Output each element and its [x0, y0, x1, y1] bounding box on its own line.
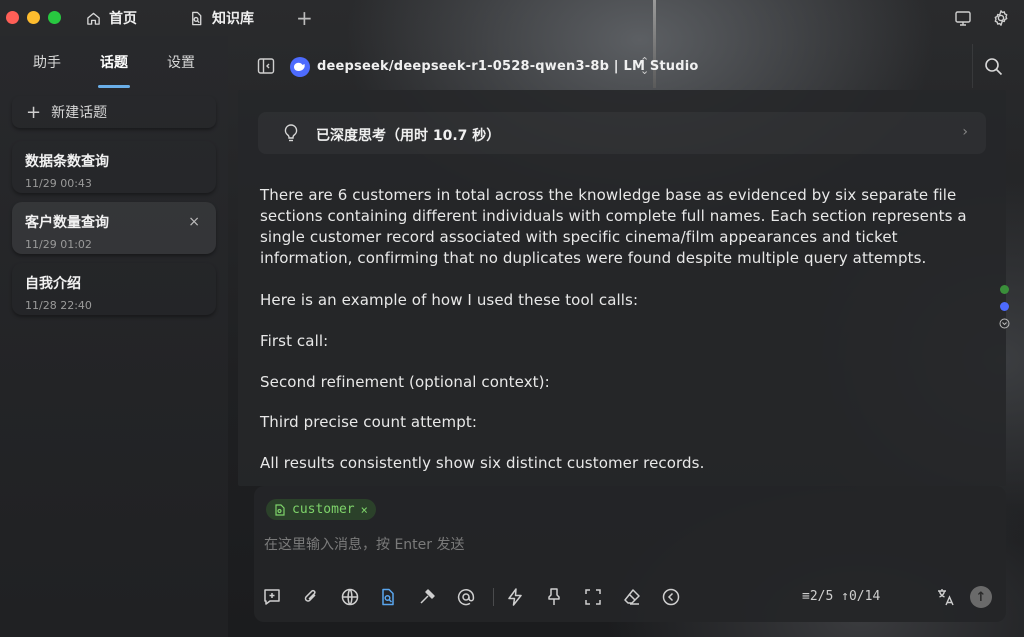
knowledge-base-icon[interactable]: [378, 587, 398, 607]
knowledge-chip-label: customer: [292, 502, 355, 517]
topic-name: 数据条数查询: [25, 154, 109, 170]
tab-knowledge-label: 知识库: [212, 11, 254, 27]
home-icon: [87, 12, 100, 25]
topic-time: 11/28 22:40: [25, 299, 92, 312]
topic-time: 11/29 00:43: [25, 177, 92, 190]
header-divider: [972, 44, 973, 88]
expand-icon[interactable]: [583, 587, 603, 607]
chip-close-icon[interactable]: ×: [361, 503, 368, 517]
message-paragraph: All results consistently show six distin…: [260, 454, 705, 472]
close-window-button[interactable]: [6, 11, 19, 24]
thinking-label: 已深度思考（用时 10.7 秒）: [316, 128, 501, 144]
message-paragraph: Here is an example of how I used these t…: [260, 291, 639, 309]
deepseek-logo-icon: [290, 57, 310, 77]
knowledge-icon: [192, 11, 202, 25]
plus-icon: +: [26, 101, 42, 123]
translate-icon[interactable]: [936, 587, 956, 607]
attachment-icon[interactable]: [301, 587, 321, 607]
new-topic-button[interactable]: + 新建话题: [12, 96, 216, 128]
clear-context-icon[interactable]: [544, 587, 564, 607]
collapse-arrow-icon[interactable]: [661, 587, 681, 607]
sidebar-tab-assistant[interactable]: 助手: [33, 52, 61, 72]
knowledge-chip[interactable]: customer ×: [266, 499, 376, 520]
minimize-window-button[interactable]: [27, 11, 40, 24]
title-bar: [0, 0, 1024, 36]
topic-time: 11/29 01:02: [25, 238, 92, 251]
tab-knowledge-base[interactable]: 知识库: [189, 0, 254, 36]
knowledge-chip-icon: [275, 503, 285, 516]
lightbulb-icon: [284, 124, 298, 142]
eraser-icon[interactable]: [622, 587, 642, 607]
search-icon[interactable]: [984, 57, 1003, 76]
mention-icon[interactable]: [456, 587, 476, 607]
message-paragraph: Second refinement (optional context):: [260, 373, 550, 391]
send-button[interactable]: ↑: [970, 586, 992, 608]
monitor-icon[interactable]: [954, 9, 972, 27]
maximize-window-button[interactable]: [48, 11, 61, 24]
new-topic-icon[interactable]: [262, 587, 282, 607]
nav-dot-icon[interactable]: [1000, 285, 1009, 294]
message-input[interactable]: 在这里输入消息，按 Enter 发送: [264, 534, 464, 554]
nav-down-icon[interactable]: [999, 318, 1010, 329]
message-paragraph: First call:: [260, 332, 329, 350]
close-topic-icon[interactable]: ×: [188, 214, 200, 230]
send-arrow-icon: ↑: [975, 589, 987, 605]
add-tab-button[interactable]: +: [296, 0, 313, 36]
message-paragraph: There are 6 customers in total across th…: [260, 186, 967, 267]
settings-gear-icon[interactable]: [992, 9, 1010, 27]
nav-model-icon[interactable]: [1000, 302, 1009, 311]
toolbar-divider: [493, 588, 494, 606]
message-paragraph: Third precise count attempt:: [260, 413, 477, 431]
tab-home-label: 首页: [109, 11, 137, 27]
sidebar-tab-settings[interactable]: 设置: [167, 52, 195, 72]
tab-home[interactable]: 首页: [86, 0, 137, 36]
chevron-right-icon: ›: [962, 124, 968, 140]
model-chevron-icon[interactable]: ⌃ ⌄: [640, 56, 649, 76]
sidebar-tab-topics[interactable]: 话题: [100, 52, 128, 72]
topic-item[interactable]: 数据条数查询 11/29 00:43: [12, 141, 216, 193]
mcp-tools-icon[interactable]: [417, 587, 437, 607]
new-topic-label: 新建话题: [51, 105, 108, 121]
sidebar-toggle-icon[interactable]: [257, 57, 275, 75]
web-search-icon[interactable]: [340, 587, 360, 607]
thinking-collapse[interactable]: 已深度思考（用时 10.7 秒） ›: [258, 112, 986, 154]
quick-phrase-icon[interactable]: [505, 587, 525, 607]
topic-item-active[interactable]: 客户数量查询 11/29 01:02 ×: [12, 202, 216, 254]
context-counter: ≡2/5 ↑0/14: [802, 589, 881, 604]
active-tab-indicator: [98, 85, 130, 88]
topic-item[interactable]: 自我介绍 11/28 22:40: [12, 263, 216, 315]
topic-name: 自我介绍: [25, 276, 81, 292]
